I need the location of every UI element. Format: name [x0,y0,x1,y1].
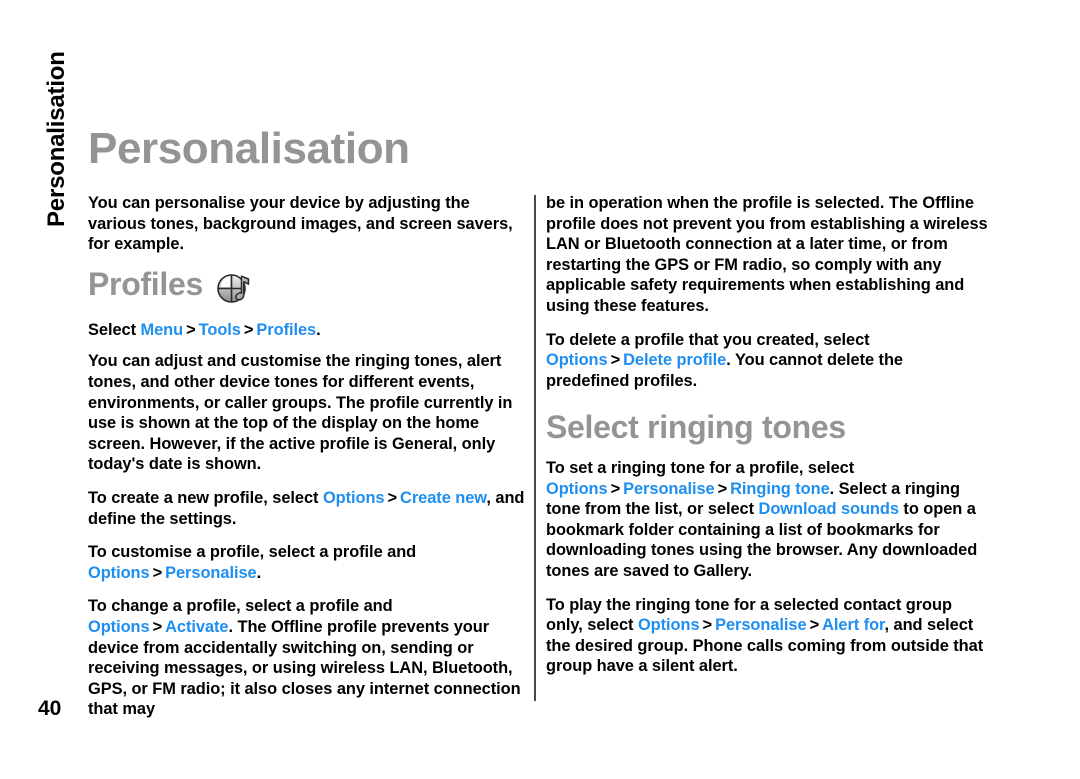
menu-link[interactable]: Menu [141,321,184,339]
path-separator: > [152,563,163,582]
path-separator: > [186,320,196,339]
select-lead: Select [88,320,141,339]
path-separator: > [610,351,621,370]
page-number: 40 [38,697,62,720]
profiles-link[interactable]: Profiles [256,321,316,339]
page-content: Personalisation You can personalise your… [88,0,1008,779]
page-title: Personalisation [88,124,410,174]
set-tone-text-1: To set a ringing tone for a profile, sel… [546,458,855,477]
activate-link[interactable]: Activate [165,618,228,636]
intro-paragraph: You can personalise your device by adjus… [88,194,513,254]
select-trail: . [316,320,321,339]
profiles-heading: Profiles [88,266,531,304]
create-text-1: To create a new profile, select [88,488,323,507]
create-new-link[interactable]: Create new [400,489,486,507]
path-separator: > [809,616,820,635]
chapter-tab-label: Personalisation [43,51,70,227]
alert-for-link[interactable]: Alert for [822,616,884,634]
ringing-tones-heading-label: Select ringing tones [546,409,846,446]
paragraph-set-ringing-tone: To set a ringing tone for a profile, sel… [546,458,989,582]
personalise-link[interactable]: Personalise [165,564,257,582]
delete-text-1: To delete a profile that you created, se… [546,330,870,349]
paragraph-adjust: You can adjust and customise the ringing… [88,352,513,474]
column-divider [534,195,536,701]
path-separator: > [610,479,621,498]
options-link[interactable]: Options [546,351,608,369]
options-link[interactable]: Options [323,489,385,507]
select-path-paragraph: Select Menu > Tools > Profiles. [88,320,531,341]
path-separator: > [387,488,398,507]
options-link[interactable]: Options [88,618,150,636]
profiles-sphere-note-icon [215,268,255,306]
right-column: be in operation when the profile is sele… [546,193,989,677]
chapter-tab: Personalisation [0,0,86,260]
options-link[interactable]: Options [638,616,700,634]
personalise-link[interactable]: Personalise [623,480,715,498]
change-text-1: To change a profile, select a profile an… [88,597,393,616]
path-separator: > [717,479,728,498]
path-separator: > [243,320,254,339]
paragraph-contact-group-tone: To play the ringing tone for a selected … [546,595,989,677]
paragraph-create-profile: To create a new profile, select Options >… [88,488,531,529]
paragraph-change-profile: To change a profile, select a profile an… [88,596,531,720]
paragraph-offline-continued: be in operation when the profile is sele… [546,194,988,315]
path-separator: > [152,617,163,636]
paragraph-delete-profile: To delete a profile that you created, se… [546,330,989,392]
delete-profile-link[interactable]: Delete profile [623,351,726,369]
left-column: You can personalise your device by adjus… [88,193,531,720]
options-link[interactable]: Options [88,564,150,582]
paragraph-customise-profile: To customise a profile, select a profile… [88,542,531,583]
download-sounds-link[interactable]: Download sounds [759,500,899,518]
profiles-heading-label: Profiles [88,265,203,302]
customise-text-1: To customise a profile, select a profile… [88,543,417,562]
personalise-link[interactable]: Personalise [715,616,807,634]
ringing-tone-link[interactable]: Ringing tone [730,480,830,498]
customise-text-2: . [256,563,262,582]
tools-link[interactable]: Tools [199,321,241,339]
ringing-tones-heading: Select ringing tones [546,411,989,445]
path-separator: > [702,616,713,635]
options-link[interactable]: Options [546,480,608,498]
